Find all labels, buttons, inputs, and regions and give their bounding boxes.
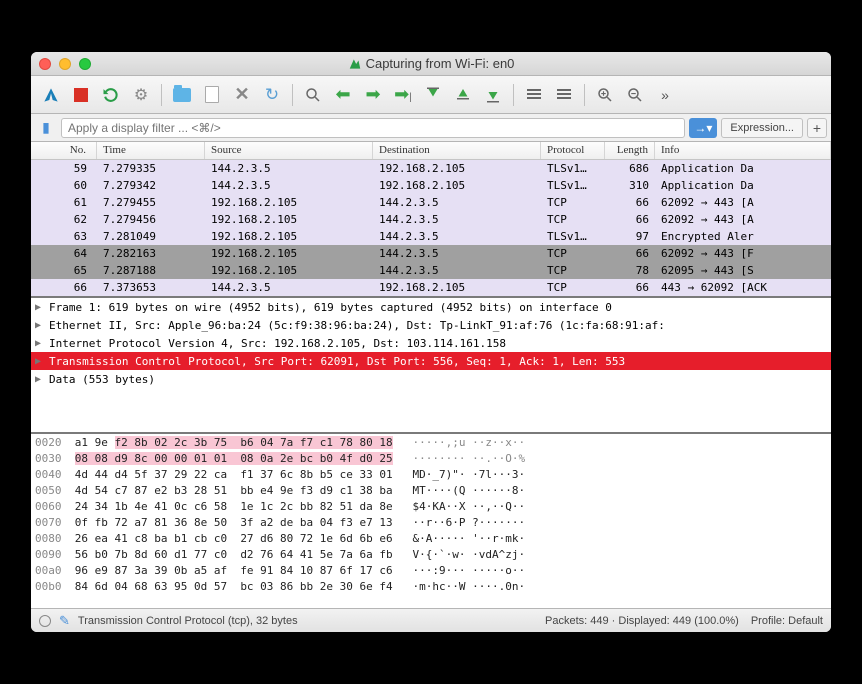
shark-fin-button[interactable] (37, 81, 65, 109)
restart-capture-button[interactable] (97, 81, 125, 109)
packet-row[interactable]: 617.279455192.168.2.105144.2.3.5TCP66620… (31, 194, 831, 211)
detail-tree-item[interactable]: ▶Data (553 bytes) (31, 370, 831, 388)
packet-row[interactable]: 627.279456192.168.2.105144.2.3.5TCP66620… (31, 211, 831, 228)
packet-row[interactable]: 637.281049192.168.2.105144.2.3.5TLSv1…97… (31, 228, 831, 245)
packet-list-pane[interactable]: No. Time Source Destination Protocol Len… (31, 142, 831, 298)
zoom-in-button[interactable] (591, 81, 619, 109)
col-header-time[interactable]: Time (97, 142, 205, 159)
hex-row[interactable]: 0050 4d 54 c7 87 e2 b3 28 51 bb e4 9e f3… (35, 484, 827, 500)
hex-row[interactable]: 00a0 96 e9 87 3a 39 0b a5 af fe 91 84 10… (35, 564, 827, 580)
detail-tree-item[interactable]: ▶Internet Protocol Version 4, Src: 192.1… (31, 334, 831, 352)
expression-button[interactable]: Expression... (721, 118, 803, 138)
bookmark-icon[interactable]: ▮ (35, 117, 57, 139)
detail-tree-item[interactable]: ▶Transmission Control Protocol, Src Port… (31, 352, 831, 370)
hex-row[interactable]: 0030 08 08 d9 8c 00 00 01 01 08 0a 2e bc… (35, 452, 827, 468)
jump-packet-button[interactable]: ➡| (389, 81, 417, 109)
display-filter-input[interactable] (61, 118, 685, 138)
find-button[interactable] (299, 81, 327, 109)
minimize-button[interactable] (59, 58, 71, 70)
prev-packet-button[interactable]: ⬅ (329, 81, 357, 109)
toolbar-overflow-button[interactable]: » (651, 81, 679, 109)
hex-row[interactable]: 0020 a1 9e f2 8b 02 2c 3b 75 b6 04 7a f7… (35, 436, 827, 452)
detail-tree-item[interactable]: ▶Frame 1: 619 bytes on wire (4952 bits),… (31, 298, 831, 316)
app-icon (348, 57, 362, 71)
first-packet-button[interactable] (419, 81, 447, 109)
packet-row[interactable]: 647.282163192.168.2.105144.2.3.5TCP66620… (31, 245, 831, 262)
window-title: Capturing from Wi-Fi: en0 (31, 56, 831, 71)
packet-row[interactable]: 597.279335144.2.3.5192.168.2.105TLSv1…68… (31, 160, 831, 177)
status-profile[interactable]: Profile: Default (751, 615, 823, 627)
col-header-destination[interactable]: Destination (373, 142, 541, 159)
col-header-protocol[interactable]: Protocol (541, 142, 605, 159)
app-window: Capturing from Wi-Fi: en0 ⚙ ✕ ↻ ⬅ ➡ ➡| »… (31, 52, 831, 632)
close-file-button[interactable]: ✕ (228, 81, 256, 109)
hex-row[interactable]: 0080 26 ea 41 c8 ba b1 cb c0 27 d6 80 72… (35, 532, 827, 548)
colorize-button[interactable] (520, 81, 548, 109)
col-header-no[interactable]: No. (31, 142, 97, 159)
col-header-info[interactable]: Info (655, 142, 831, 159)
packet-bytes-pane[interactable]: 0020 a1 9e f2 8b 02 2c 3b 75 b6 04 7a f7… (31, 434, 831, 608)
status-bar: ✎ Transmission Control Protocol (tcp), 3… (31, 608, 831, 632)
detail-tree-item[interactable]: ▶Ethernet II, Src: Apple_96:ba:24 (5c:f9… (31, 316, 831, 334)
expert-info-icon[interactable] (39, 615, 51, 627)
resize-columns-button[interactable] (550, 81, 578, 109)
filter-bar: ▮ →▾ Expression... + (31, 114, 831, 142)
last-packet-button[interactable] (449, 81, 477, 109)
packet-row[interactable]: 607.279342144.2.3.5192.168.2.105TLSv1…31… (31, 177, 831, 194)
col-header-source[interactable]: Source (205, 142, 373, 159)
traffic-lights (39, 58, 91, 70)
packet-details-pane[interactable]: ▶Frame 1: 619 bytes on wire (4952 bits),… (31, 298, 831, 434)
status-packets: Packets: 449 · Displayed: 449 (100.0%) (545, 615, 739, 627)
hex-row[interactable]: 00b0 84 6d 04 68 63 95 0d 57 bc 03 86 bb… (35, 580, 827, 596)
titlebar: Capturing from Wi-Fi: en0 (31, 52, 831, 76)
packet-row[interactable]: 667.373653144.2.3.5192.168.2.105TCP66443… (31, 279, 831, 296)
col-header-length[interactable]: Length (605, 142, 655, 159)
maximize-button[interactable] (79, 58, 91, 70)
main-toolbar: ⚙ ✕ ↻ ⬅ ➡ ➡| » (31, 76, 831, 114)
zoom-out-button[interactable] (621, 81, 649, 109)
add-filter-button[interactable]: + (807, 118, 827, 138)
auto-scroll-button[interactable] (479, 81, 507, 109)
status-detail: Transmission Control Protocol (tcp), 32 … (78, 615, 298, 627)
hex-row[interactable]: 0040 4d 44 d4 5f 37 29 22 ca f1 37 6c 8b… (35, 468, 827, 484)
packet-row[interactable]: 657.287188192.168.2.105144.2.3.5TCP78620… (31, 262, 831, 279)
reload-file-button[interactable]: ↻ (258, 81, 286, 109)
stop-capture-button[interactable] (67, 81, 95, 109)
apply-filter-button[interactable]: →▾ (689, 118, 717, 138)
capture-options-button[interactable]: ⚙ (127, 81, 155, 109)
hex-row[interactable]: 0070 0f fb 72 a7 81 36 8e 50 3f a2 de ba… (35, 516, 827, 532)
hex-row[interactable]: 0060 24 34 1b 4e 41 0c c6 58 1e 1c 2c bb… (35, 500, 827, 516)
hex-row[interactable]: 0090 56 b0 7b 8d 60 d1 77 c0 d2 76 64 41… (35, 548, 827, 564)
close-button[interactable] (39, 58, 51, 70)
packet-header-row[interactable]: No. Time Source Destination Protocol Len… (31, 142, 831, 160)
next-packet-button[interactable]: ➡ (359, 81, 387, 109)
open-file-button[interactable] (168, 81, 196, 109)
save-file-button[interactable] (198, 81, 226, 109)
edit-icon[interactable]: ✎ (59, 613, 70, 629)
